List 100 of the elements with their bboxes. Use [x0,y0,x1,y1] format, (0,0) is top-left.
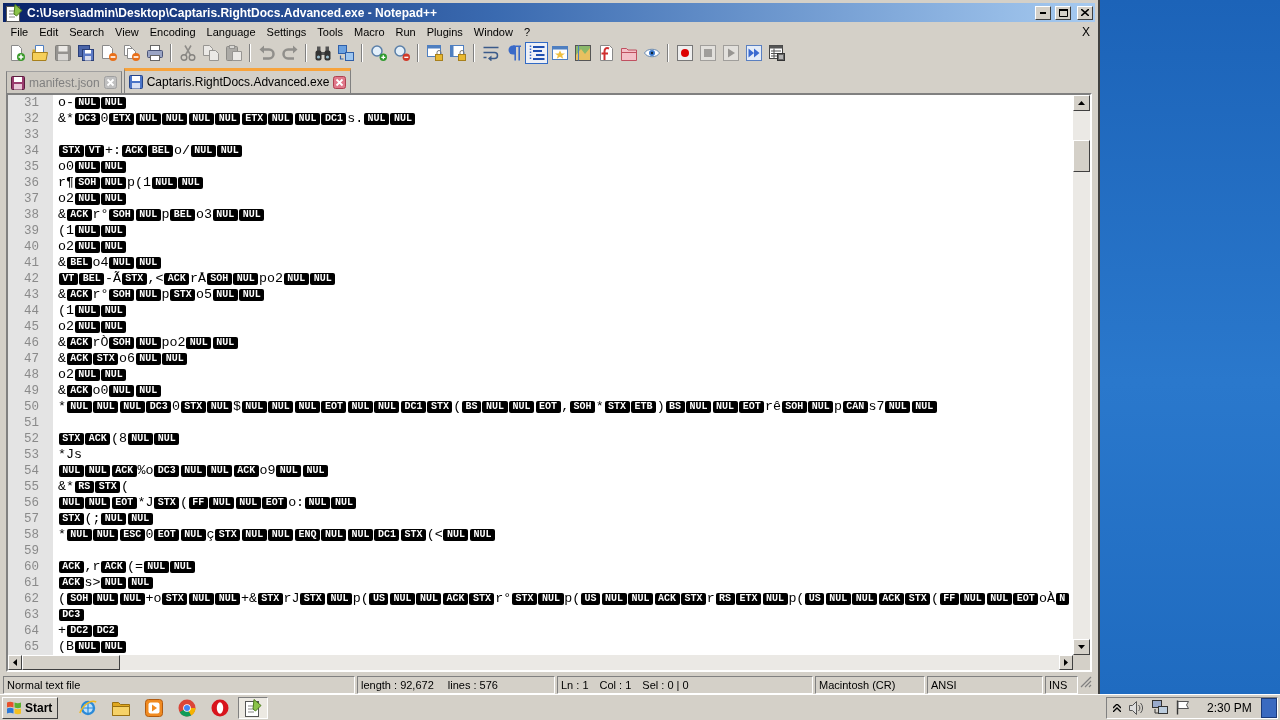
eye-icon [643,48,660,58]
copy-icon [202,45,219,61]
control-character: NUL [135,257,161,269]
menu-item[interactable]: File [5,26,34,38]
window-lock-icon [449,45,466,61]
control-character: ACK [85,433,111,445]
control-character: NUL [135,385,161,397]
horizontal-scrollbar[interactable] [8,655,1073,670]
zoom-out-icon [393,45,410,61]
menu-item[interactable]: View [109,26,145,38]
control-character: STX [511,593,537,605]
menu-item[interactable]: Macro [348,26,391,38]
line-number: 41 [24,255,39,271]
maximize-button[interactable] [1055,5,1071,20]
control-character: ACK [442,593,468,605]
menu-item[interactable]: Run [390,26,422,38]
menu-item[interactable]: Encoding [144,26,202,38]
control-character: EOT [1013,593,1039,605]
control-character: NUL [209,497,235,509]
control-character: NUL [538,593,564,605]
resize-grip-icon[interactable] [1080,676,1092,688]
close-document-button[interactable]: X [1082,25,1090,39]
scroll-thumb[interactable] [22,655,120,670]
scroll-up-button[interactable] [1073,95,1090,111]
code-text: (1 [58,303,74,319]
code-text: & [58,351,66,367]
menu-item[interactable]: Search [63,26,110,38]
close-icon[interactable] [103,76,117,89]
code-text: (< [426,527,443,543]
code-text: *Js [58,447,82,463]
line-number: 60 [24,559,39,575]
control-character: NUL [239,289,265,301]
menu-item[interactable]: Edit [33,26,64,38]
menu-item[interactable]: Tools [311,26,349,38]
speaker-icon[interactable] [1129,700,1144,715]
menu-item[interactable]: Language [201,26,262,38]
undo-icon [258,45,275,61]
flag-icon[interactable] [1176,700,1189,715]
control-character: NUL [331,497,357,509]
code-text: +& [241,591,258,607]
menu-item[interactable]: ? [518,26,536,38]
scroll-left-button[interactable] [8,655,22,670]
show-desktop-button[interactable] [1261,697,1277,718]
scroll-thumb[interactable] [1073,140,1090,172]
control-character: NUL [101,177,127,189]
control-character: SOH [206,273,232,285]
control-character: NUL [686,401,712,413]
close-button[interactable] [1077,5,1093,20]
control-character: NUL [235,497,261,509]
menu-item[interactable]: Settings [261,26,312,38]
code-text: po2 [259,271,284,287]
code-text: ( [58,591,66,607]
control-character: N [1055,593,1069,605]
control-character: NUL [808,401,834,413]
code-text: +o [145,591,162,607]
line-number: 46 [24,335,39,351]
line-number: 57 [24,511,39,527]
control-character: ETX [736,593,762,605]
control-character: ACK [66,353,92,365]
control-character: NUL [74,641,100,653]
control-character: DC3 [74,113,100,125]
indent-guide-button[interactable] [525,42,548,64]
vertical-scrollbar[interactable] [1073,95,1090,655]
code-text: o0 [92,383,109,399]
control-character: DC3 [58,609,84,621]
code-text: (; [84,511,101,527]
close-icon[interactable] [333,75,347,89]
control-character: RS [74,481,94,493]
line-number: 34 [24,143,39,159]
control-character: STX [58,145,84,157]
code-text: o0 [58,159,74,175]
tab[interactable]: Captaris.RightDocs.Advanced.exe [123,68,352,93]
menu-item[interactable]: Plugins [421,26,469,38]
menu-item[interactable]: Window [468,26,519,38]
chevron-up-icon[interactable] [1113,703,1121,712]
control-character: NUL [101,97,127,109]
code-text: ç [206,527,215,543]
scroll-down-button[interactable] [1073,639,1090,655]
start-button[interactable]: Start [2,696,59,719]
control-character: DC2 [66,625,92,637]
taskbar-button[interactable] [238,696,269,719]
control-character: ACK [111,465,137,477]
control-character: NUL [93,593,119,605]
scroll-right-button[interactable] [1059,655,1073,670]
control-character: NUL [215,593,241,605]
control-character: NUL [390,113,416,125]
control-character: NUL [207,401,233,413]
zoom-in-icon [370,45,387,61]
control-character: DC1 [374,529,400,541]
down-arrow-icon [1078,645,1085,649]
control-character: NUL [119,593,145,605]
clock[interactable]: 2:30 PM [1207,700,1252,715]
minimize-button[interactable] [1035,5,1051,20]
control-character: EOT [111,497,137,509]
text-editor[interactable] [6,93,1092,672]
ring-icon [211,698,230,717]
control-character: NUL [135,353,161,365]
network-icon[interactable] [1152,700,1168,715]
control-character: NUL [101,577,127,589]
line-number: 37 [24,191,39,207]
